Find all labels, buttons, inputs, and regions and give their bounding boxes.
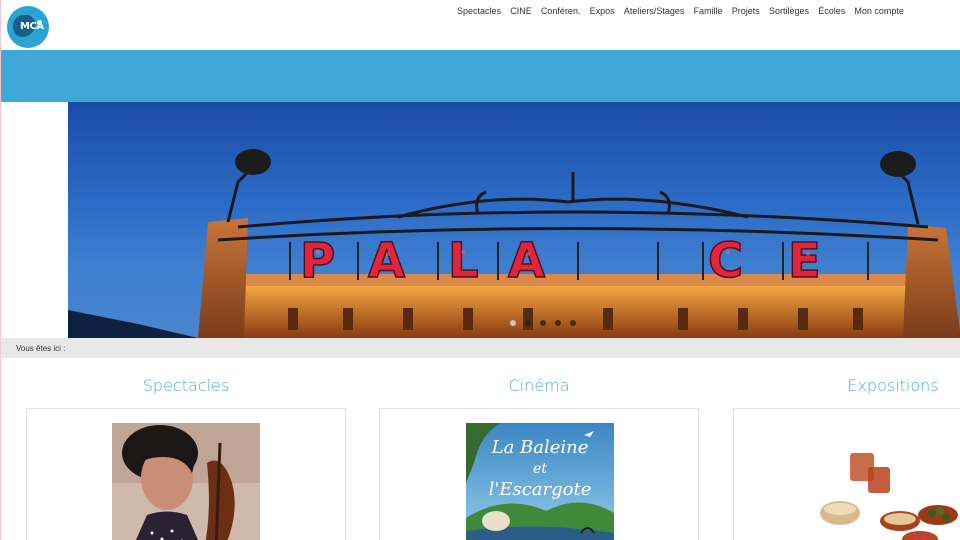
nav-item-spectacles[interactable]: Spectacles [457, 5, 506, 17]
slider-dot-1[interactable] [510, 320, 516, 326]
nav-item-famille[interactable]: Famille [689, 5, 727, 17]
sign-letter-l: L [448, 233, 479, 289]
nav-item-sortileges[interactable]: Sortilèges [764, 5, 813, 17]
site-header: MCA Spectacles CINE Conféren. Expos Atel… [1, 0, 960, 50]
slider-dots [510, 320, 576, 326]
sign-letter-a2: A [508, 233, 545, 289]
sign-letter-a1: A [368, 233, 405, 289]
section-title-expositions[interactable]: Expositions [733, 376, 960, 395]
nav-item-mon-compte[interactable]: Mon compte [850, 5, 909, 17]
main-nav: Spectacles CINE Conféren. Expos Ateliers… [457, 5, 909, 17]
breadcrumb: Vous êtes ici : [1, 338, 960, 358]
site-logo[interactable]: MCA [7, 6, 49, 48]
sign-letter-e: E [788, 233, 821, 289]
poster-title-line3: l'Escargote [489, 479, 592, 500]
spectacle-photo [112, 423, 260, 540]
slider-dot-5[interactable] [570, 320, 576, 326]
section-title-spectacles[interactable]: Spectacles [26, 376, 346, 395]
nav-item-expos[interactable]: Expos [585, 5, 619, 17]
nav-item-ateliers[interactable]: Ateliers/Stages [619, 5, 689, 17]
hero-slider[interactable]: P A L A C E [68, 102, 960, 338]
breadcrumb-label: Vous êtes ici : [16, 344, 66, 353]
section-title-cinema[interactable]: Cinéma [379, 376, 699, 395]
card-spectacles[interactable] [26, 408, 346, 540]
sign-letter-p: P [300, 233, 335, 289]
poster-title-line1: La Baleine [491, 437, 589, 458]
cinema-poster: La Baleine et l'Escargote [466, 423, 614, 540]
slider-dot-2[interactable] [525, 320, 531, 326]
blue-banner [1, 50, 960, 102]
slider-dot-4[interactable] [555, 320, 561, 326]
nav-item-cine[interactable]: CINE [506, 5, 537, 17]
logo-dot [37, 20, 42, 25]
slider-dot-3[interactable] [540, 320, 546, 326]
exposition-photo [820, 423, 960, 540]
nav-item-conferences[interactable]: Conféren. [536, 5, 585, 17]
card-cinema[interactable]: La Baleine et l'Escargote [379, 408, 699, 540]
nav-item-ecoles[interactable]: Écoles [814, 5, 850, 17]
card-expositions[interactable] [733, 408, 960, 540]
sign-letter-c: C [708, 233, 743, 289]
poster-title-line2: et [533, 461, 547, 477]
palace-sign-image: P A L A C E [68, 149, 960, 338]
nav-item-projets[interactable]: Projets [727, 5, 764, 17]
